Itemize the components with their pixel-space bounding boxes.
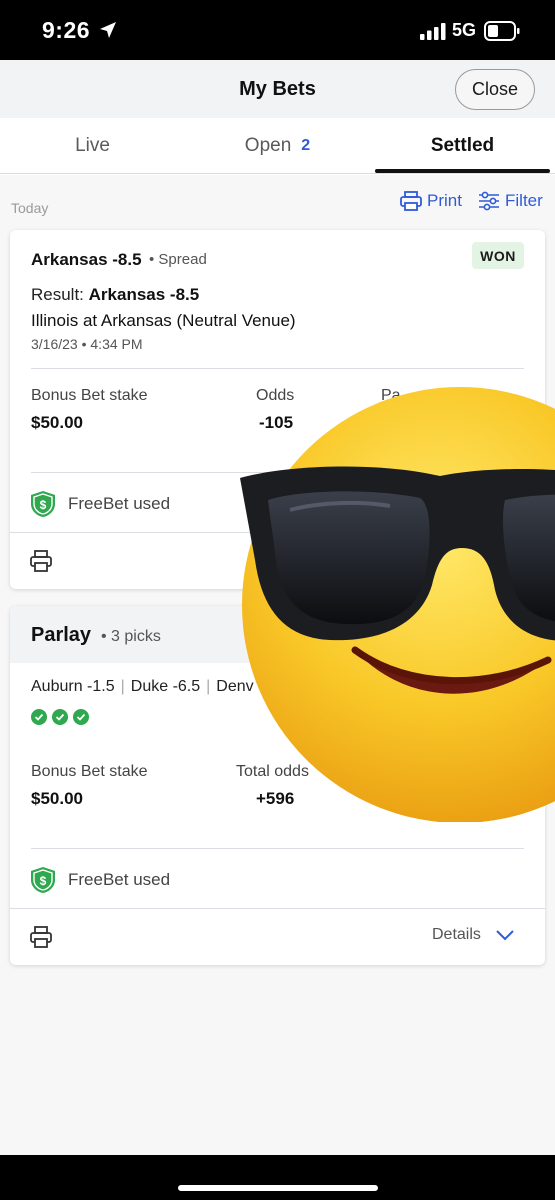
home-indicator-area xyxy=(0,1155,555,1200)
stake-label: Bonus Bet stake xyxy=(31,387,148,404)
svg-text:$: $ xyxy=(40,498,47,512)
event-matchup: Illinois at Arkansas (Neutral Venue) xyxy=(31,311,296,330)
freebet-label: FreeBet used xyxy=(68,494,171,513)
shield-dollar-icon: $ xyxy=(31,491,55,517)
printer-icon[interactable] xyxy=(30,550,52,572)
tab-live-label: Live xyxy=(75,135,110,156)
stake-value: $50.00 xyxy=(31,413,83,432)
divider xyxy=(10,908,545,909)
result-value: Arkansas -8.5 xyxy=(88,285,200,304)
bet-tabs: Live Open 2 Settled xyxy=(0,118,555,174)
parlay-legs: Auburn -1.5 | Duke -6.5 | Denv xyxy=(31,678,254,695)
check-circle-icon xyxy=(31,709,47,725)
print-label: Print xyxy=(427,191,462,210)
shield-dollar-icon: $ xyxy=(31,867,55,893)
filter-label: Filter xyxy=(505,191,543,210)
parlay-leg: Auburn -1.5 xyxy=(31,678,115,695)
divider xyxy=(31,368,524,369)
freebet-label: FreeBet used xyxy=(68,870,171,889)
signal-icon xyxy=(420,23,446,40)
bet-selection: Parlay xyxy=(31,624,92,646)
battery-icon xyxy=(484,21,520,41)
bet-type: • Spread xyxy=(149,251,207,268)
section-date-label: Today xyxy=(11,200,49,216)
header: My Bets Close xyxy=(0,60,555,118)
freebet-used: $ FreeBet used xyxy=(30,490,170,518)
printer-icon[interactable] xyxy=(30,926,52,948)
open-count-badge: 2 xyxy=(301,137,311,154)
close-button[interactable]: Close xyxy=(455,69,535,110)
home-indicator[interactable] xyxy=(178,1185,378,1191)
print-button[interactable]: Print xyxy=(400,191,462,211)
check-circle-icon xyxy=(52,709,68,725)
filter-icon xyxy=(479,191,499,211)
tab-open[interactable]: Open 2 xyxy=(185,118,370,174)
tab-open-label: Open xyxy=(244,135,292,156)
parlay-leg: Duke -6.5 xyxy=(130,678,201,695)
status-time: 9:26 xyxy=(42,17,91,43)
freebet-used: $ FreeBet used xyxy=(30,866,170,894)
tab-live[interactable]: Live xyxy=(0,118,185,174)
bet-result: Result: Arkansas -8.5 xyxy=(31,285,199,305)
location-arrow-icon xyxy=(100,22,116,38)
tab-settled[interactable]: Settled xyxy=(375,118,550,174)
status-badge: WON xyxy=(472,242,524,269)
svg-text:$: $ xyxy=(40,874,47,888)
filter-button[interactable]: Filter xyxy=(478,191,543,211)
active-tab-indicator xyxy=(375,169,550,173)
stake-value: $50.00 xyxy=(31,789,83,808)
chevron-down-icon xyxy=(496,930,514,941)
tab-settled-label: Settled xyxy=(430,135,495,156)
stake-label: Bonus Bet stake xyxy=(31,763,148,780)
status-bar: 9:26 5G xyxy=(0,0,555,60)
leg-results xyxy=(31,709,89,725)
details-toggle[interactable]: Details xyxy=(432,926,515,944)
parlay-picks-count: • 3 picks xyxy=(101,628,161,645)
divider xyxy=(31,848,524,849)
bet-selection: Arkansas -8.5 xyxy=(31,250,142,269)
network-label: 5G xyxy=(452,20,477,40)
sunglasses-emoji xyxy=(240,387,555,822)
result-prefix: Result: xyxy=(31,285,84,304)
check-circle-icon xyxy=(73,709,89,725)
details-label: Details xyxy=(432,926,481,943)
printer-icon xyxy=(400,191,422,211)
event-datetime: 3/16/23 • 4:34 PM xyxy=(31,336,143,352)
